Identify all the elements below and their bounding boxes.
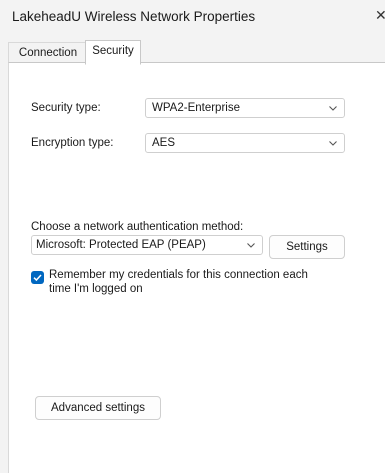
- chevron-down-icon: [329, 106, 337, 111]
- window-title: LakeheadU Wireless Network Properties: [12, 9, 256, 24]
- auth-method-label: Choose a network authentication method:: [31, 221, 244, 233]
- tab-strip: Connection Security: [8, 40, 385, 65]
- title-bar: LakeheadU Wireless Network Properties ✕: [0, 0, 385, 34]
- checkmark-icon: [33, 274, 42, 282]
- tab-connection[interactable]: Connection: [8, 42, 88, 63]
- remember-credentials-checkbox[interactable]: [31, 271, 44, 284]
- close-button[interactable]: ✕: [375, 4, 385, 26]
- chevron-down-icon: [329, 141, 337, 146]
- settings-button[interactable]: Settings: [269, 235, 345, 259]
- encryption-type-value: AES: [152, 137, 176, 149]
- remember-credentials-line-1: Remember my credentials for this connect…: [49, 269, 308, 281]
- auth-method-value: Microsoft: Protected EAP (PEAP): [36, 239, 206, 251]
- remember-credentials-line-2: time I'm logged on: [49, 283, 143, 295]
- advanced-settings-button[interactable]: Advanced settings: [35, 396, 161, 420]
- auth-method-dropdown[interactable]: Microsoft: Protected EAP (PEAP): [31, 235, 263, 255]
- remember-credentials-label: Remember my credentials for this connect…: [49, 268, 349, 296]
- chevron-down-icon: [247, 243, 255, 248]
- encryption-type-dropdown[interactable]: AES: [145, 133, 345, 153]
- tab-security[interactable]: Security: [85, 40, 141, 65]
- security-panel: Security type: WPA2-Enterprise Encryptio…: [8, 62, 385, 473]
- encryption-type-label: Encryption type:: [31, 137, 114, 149]
- security-type-value: WPA2-Enterprise: [152, 102, 240, 114]
- security-type-dropdown[interactable]: WPA2-Enterprise: [145, 98, 345, 118]
- security-type-label: Security type:: [31, 102, 101, 114]
